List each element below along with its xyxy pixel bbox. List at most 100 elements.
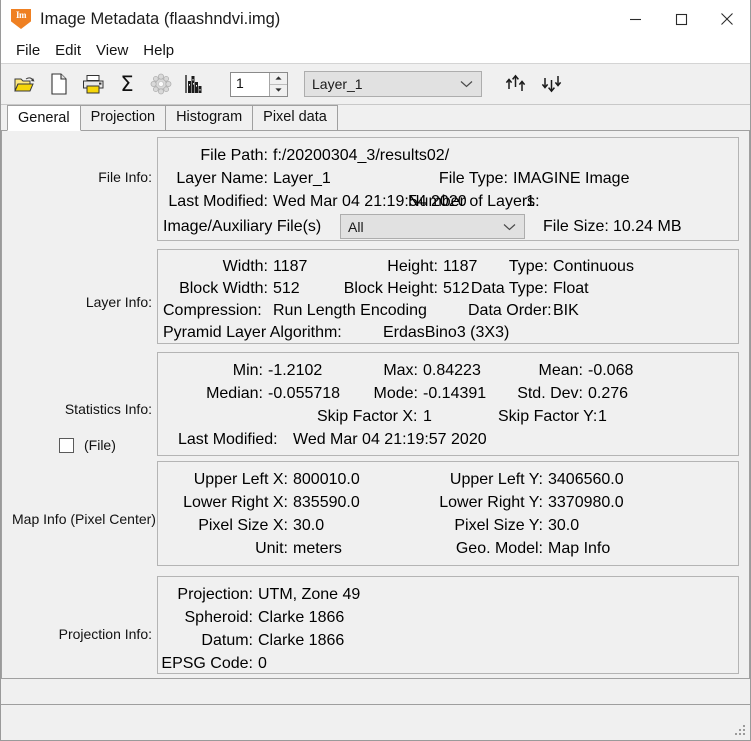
- layer-select-value: Layer_1: [312, 76, 363, 92]
- pyramid-layer-label: Pyramid Layer Algorithm:: [163, 324, 342, 341]
- block-width-value: 512: [273, 280, 300, 297]
- open-folder-icon[interactable]: [10, 70, 40, 98]
- move-layer-down-icon[interactable]: [538, 70, 568, 98]
- new-file-icon[interactable]: [44, 70, 74, 98]
- spinner-down-button[interactable]: [270, 84, 287, 96]
- data-type-label: Data Type:: [470, 280, 548, 297]
- lower-right-y-label: Lower Right Y:: [439, 494, 543, 511]
- chevron-down-icon: [503, 218, 516, 236]
- block-height-value: 512: [443, 280, 470, 297]
- mean-value: -0.068: [588, 362, 634, 379]
- std-dev-value: 0.276: [588, 385, 629, 402]
- image-metadata-window: Im Image Metadata (flaashndvi.img) File …: [0, 0, 751, 741]
- tab-strip: General Projection Histogram Pixel data: [1, 105, 750, 131]
- window-title: Image Metadata (flaashndvi.img): [40, 9, 281, 28]
- sigma-statistics-icon[interactable]: Σ: [112, 70, 142, 98]
- file-info-section-label: File Info:: [98, 169, 152, 185]
- file-type-label: File Type:: [438, 170, 508, 187]
- skip-factor-y-value: 1: [598, 408, 607, 425]
- lower-right-x-label: Lower Right X:: [183, 494, 288, 511]
- resize-grip-icon[interactable]: [735, 725, 747, 737]
- number-of-layers-value: 1: [526, 193, 535, 210]
- type-value: Continuous: [553, 258, 634, 275]
- geo-model-label: Geo. Model:: [455, 540, 543, 557]
- histogram-icon[interactable]: [180, 70, 210, 98]
- stats-last-modified-value: Wed Mar 04 21:19:57 2020: [293, 431, 487, 448]
- minimize-button[interactable]: [612, 0, 658, 38]
- window-controls: [612, 0, 750, 38]
- min-label: Min:: [232, 362, 263, 379]
- tab-histogram[interactable]: Histogram: [165, 105, 254, 130]
- tab-projection[interactable]: Projection: [79, 105, 167, 130]
- spheroid-label: Spheroid:: [184, 609, 254, 626]
- data-order-value: BIK: [553, 302, 579, 319]
- file-path-label: File Path:: [200, 147, 268, 164]
- height-label: Height:: [387, 258, 438, 275]
- print-icon[interactable]: [78, 70, 108, 98]
- tab-pixel-data[interactable]: Pixel data: [252, 105, 338, 130]
- imagine-app-icon: Im: [11, 9, 31, 29]
- menu-edit[interactable]: Edit: [48, 41, 89, 61]
- map-info-section-label: Map Info (Pixel Center):: [12, 511, 160, 527]
- data-type-value: Float: [553, 280, 589, 297]
- maximize-button[interactable]: [658, 0, 704, 38]
- file-type-value: IMAGINE Image: [513, 170, 630, 187]
- aux-files-select[interactable]: All: [340, 214, 525, 239]
- menu-file[interactable]: File: [9, 41, 48, 61]
- type-label: Type:: [508, 258, 548, 275]
- median-label: Median:: [206, 385, 263, 402]
- spheroid-value: Clarke 1866: [258, 609, 345, 626]
- layer-info-section-label: Layer Info:: [85, 294, 152, 310]
- close-button[interactable]: [704, 0, 750, 38]
- toolbar: Σ 1 Layer_1: [1, 64, 750, 105]
- statistics-info-section-label: Statistics Info:: [64, 401, 152, 417]
- menu-help[interactable]: Help: [136, 41, 182, 61]
- file-checkbox-label: (File): [84, 437, 116, 453]
- skip-factor-x-value: 1: [423, 408, 432, 425]
- sigma-glyph: Σ: [120, 71, 134, 96]
- max-label: Max:: [383, 362, 418, 379]
- layer-spinner-buttons: [269, 72, 287, 96]
- general-tab-panel: File Info: File Path: f:/20200304_3/resu…: [1, 131, 750, 679]
- tab-general[interactable]: General: [7, 105, 81, 131]
- projection-label: Projection:: [177, 586, 253, 603]
- aux-files-select-value: All: [348, 218, 364, 235]
- layer-spinner-value[interactable]: 1: [231, 72, 269, 96]
- file-size-label: File Size:: [543, 218, 609, 235]
- std-dev-label: Std. Dev:: [517, 385, 583, 402]
- projection-value: UTM, Zone 49: [258, 586, 361, 603]
- pixel-size-y-value: 30.0: [548, 517, 580, 534]
- layer-name-label: Layer Name:: [176, 170, 268, 187]
- menu-bar: File Edit View Help: [1, 39, 750, 64]
- pyramid-layer-icon[interactable]: [146, 70, 176, 98]
- file-checkbox[interactable]: [59, 438, 74, 453]
- compression-value: Run Length Encoding: [273, 302, 427, 319]
- chevron-down-icon: [460, 75, 473, 93]
- pixel-size-y-label: Pixel Size Y:: [454, 517, 543, 534]
- geo-model-value: Map Info: [548, 540, 611, 557]
- width-value: 1187: [273, 258, 308, 275]
- file-size-value: 10.24 MB: [613, 218, 682, 235]
- app-icon-glyph: Im: [16, 10, 27, 20]
- menu-view[interactable]: View: [89, 41, 136, 61]
- aux-files-label: Image/Auxiliary File(s): [163, 218, 322, 235]
- data-order-label: Data Order:: [468, 302, 552, 319]
- file-info-group: File Path: f:/20200304_3/results02/ Laye…: [157, 137, 739, 241]
- statistics-info-group: Min: -1.2102 Median: -0.055718 Max: 0.84…: [157, 352, 739, 456]
- lower-right-y-value: 3370980.0: [548, 494, 624, 511]
- max-value: 0.84223: [423, 362, 481, 379]
- mode-value: -0.14391: [423, 385, 487, 402]
- unit-value: meters: [293, 540, 342, 557]
- epsg-code-label: EPSG Code:: [161, 655, 253, 672]
- block-height-label: Block Height:: [343, 280, 438, 297]
- move-layer-up-icon[interactable]: [502, 70, 532, 98]
- spinner-up-button[interactable]: [270, 72, 287, 85]
- last-modified-label: Last Modified:: [168, 193, 268, 210]
- upper-left-x-label: Upper Left X:: [193, 471, 288, 488]
- layer-spinner[interactable]: 1: [230, 71, 288, 97]
- map-info-group: Upper Left X: 800010.0 Lower Right X: 83…: [157, 461, 739, 566]
- mean-label: Mean:: [538, 362, 583, 379]
- compression-label: Compression:: [163, 302, 262, 319]
- layer-select[interactable]: Layer_1: [304, 71, 482, 97]
- upper-left-y-value: 3406560.0: [548, 471, 624, 488]
